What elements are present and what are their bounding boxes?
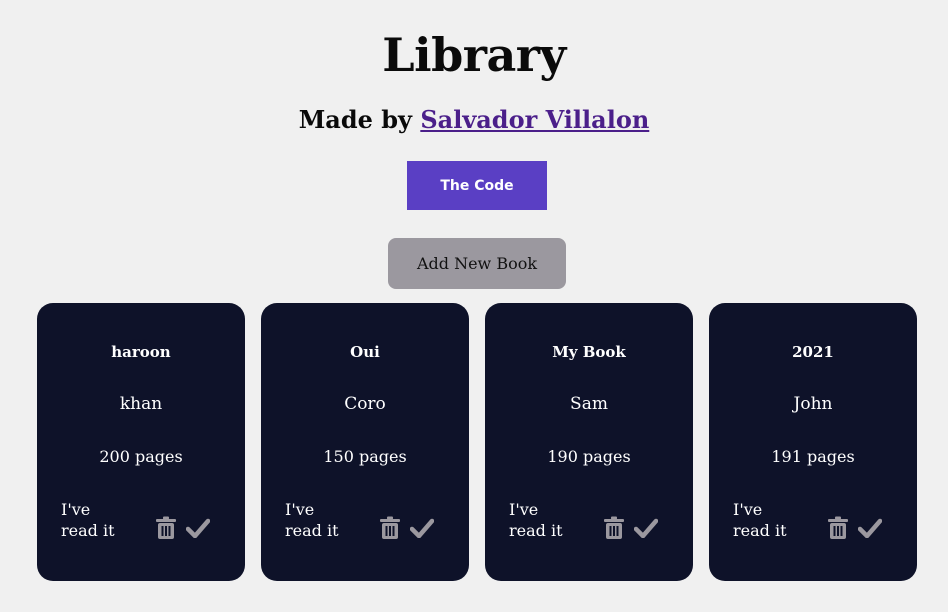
author-link[interactable]: Salvador Villalon (420, 105, 649, 134)
book-author: John (793, 394, 833, 414)
read-status-label: I've read it (733, 500, 787, 540)
trash-icon[interactable] (379, 516, 401, 540)
book-card: haroon khan 200 pages I've read it (37, 303, 245, 581)
trash-icon[interactable] (827, 516, 849, 540)
book-pages: 191 pages (771, 447, 855, 466)
read-status-label: I've read it (285, 500, 339, 540)
book-title: Oui (350, 343, 380, 361)
book-author: khan (119, 394, 163, 414)
book-title: My Book (552, 343, 626, 361)
made-by-prefix: Made by (298, 105, 421, 134)
trash-icon[interactable] (603, 516, 625, 540)
book-card: 2021 John 191 pages I've read it (709, 303, 917, 581)
trash-icon[interactable] (155, 516, 177, 540)
book-title: haroon (111, 343, 171, 361)
book-author: Coro (344, 394, 386, 414)
book-author: Sam (570, 394, 608, 414)
book-list: haroon khan 200 pages I've read it Oui C… (37, 303, 917, 581)
check-icon[interactable] (858, 518, 882, 538)
book-pages: 200 pages (99, 447, 183, 466)
page-title: Library (382, 28, 566, 82)
made-by-line: Made by Salvador Villalon (0, 105, 948, 134)
check-icon[interactable] (634, 518, 658, 538)
library-page: Library Made by Salvador Villalon The Co… (0, 0, 948, 612)
book-card: Oui Coro 150 pages I've read it (261, 303, 469, 581)
book-pages: 190 pages (547, 447, 631, 466)
add-new-book-button[interactable]: Add New Book (388, 238, 566, 289)
book-title: 2021 (792, 343, 834, 361)
the-code-button[interactable]: The Code (407, 161, 547, 210)
book-card: My Book Sam 190 pages I've read it (485, 303, 693, 581)
read-status-label: I've read it (509, 500, 563, 540)
check-icon[interactable] (410, 518, 434, 538)
read-status-label: I've read it (61, 500, 115, 540)
check-icon[interactable] (186, 518, 210, 538)
book-pages: 150 pages (323, 447, 407, 466)
